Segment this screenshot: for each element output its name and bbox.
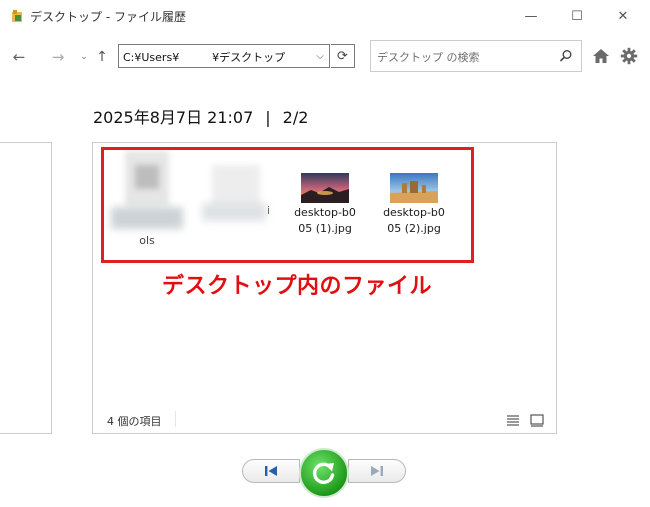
- large-icons-view-icon[interactable]: [530, 414, 544, 427]
- address-path[interactable]: C:¥Users¥ ¥デスクトップ: [123, 49, 285, 65]
- backup-position: 2/2: [282, 108, 309, 127]
- skip-previous-icon: [265, 466, 277, 476]
- annotation-label: デスクトップ内のファイル: [162, 274, 433, 299]
- details-view-icon[interactable]: [506, 414, 520, 426]
- restore-button[interactable]: [299, 448, 349, 498]
- home-icon[interactable]: [592, 48, 610, 64]
- search-icon[interactable]: [559, 49, 573, 63]
- backup-date: 2025年8月7日 21:07: [93, 108, 254, 127]
- minimize-button[interactable]: —: [508, 0, 554, 32]
- forward-button[interactable]: →: [48, 48, 68, 66]
- address-bar[interactable]: C:¥Users¥ ¥デスクトップ ⌵: [118, 44, 330, 68]
- header-separator: |: [265, 108, 271, 127]
- highlight-box: [101, 147, 474, 263]
- status-divider: [175, 411, 176, 427]
- address-dropdown-icon[interactable]: ⌵: [311, 45, 329, 67]
- file-history-app-icon: [12, 10, 22, 22]
- skip-next-icon: [371, 466, 383, 476]
- search-input[interactable]: デスクトップ の検索: [370, 40, 582, 72]
- restore-icon: [312, 462, 335, 485]
- maximize-button[interactable]: ☐: [554, 0, 600, 32]
- next-version-button[interactable]: [348, 459, 406, 483]
- navigation-bar: ← → ⌄ ↑ C:¥Users¥ ¥デスクトップ ⌵ ⟳ デスクトップ の検索: [0, 40, 650, 74]
- backup-date-header: 2025年8月7日 21:07 | 2/2: [93, 104, 308, 128]
- previous-version-panel[interactable]: [0, 142, 52, 434]
- recent-locations-chevron-icon[interactable]: ⌄: [78, 48, 90, 66]
- up-button[interactable]: ↑: [92, 48, 112, 66]
- search-placeholder: デスクトップ の検索: [377, 51, 480, 64]
- back-button[interactable]: ←: [9, 48, 29, 66]
- close-button[interactable]: ✕: [600, 0, 646, 32]
- window-title: デスクトップ - ファイル履歴: [30, 10, 186, 24]
- item-count: 4 個の項目: [107, 415, 162, 428]
- previous-version-button[interactable]: [242, 459, 300, 483]
- refresh-button[interactable]: ⟳: [331, 44, 355, 68]
- playback-controls: [242, 448, 406, 498]
- gear-icon[interactable]: [620, 47, 638, 65]
- title-bar: デスクトップ - ファイル履歴 — ☐ ✕: [0, 0, 650, 32]
